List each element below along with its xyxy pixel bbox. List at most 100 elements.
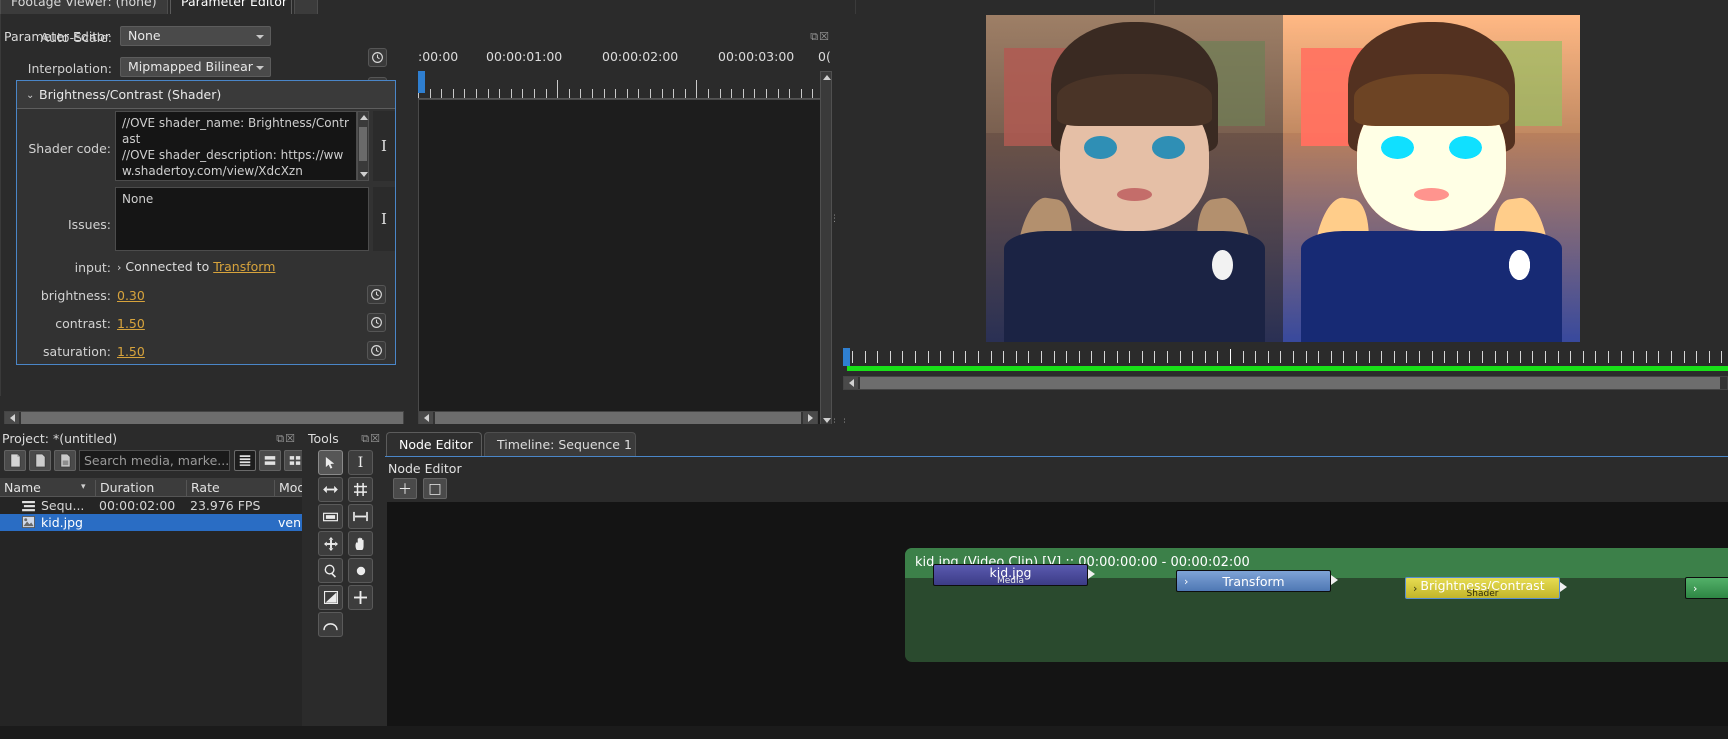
open-file-icon[interactable] xyxy=(29,450,51,471)
table-row[interactable]: kid.jpg ven xyxy=(0,514,302,531)
shader-code-textarea[interactable]: //OVE shader_name: Brightness/Contrast /… xyxy=(115,111,357,181)
auto-scale-keyframe-button[interactable] xyxy=(368,48,387,67)
detail-view-icon[interactable] xyxy=(259,450,281,471)
contrast-keyframe-button[interactable] xyxy=(367,313,386,332)
list-view-icon[interactable] xyxy=(234,450,256,471)
parameter-editor-dock-buttons[interactable]: ⧉☒ xyxy=(810,30,830,44)
viewer-ruler-tick xyxy=(1368,351,1370,363)
project-media-table[interactable]: Name ▾ Duration Rate Mod Sequ... 00:00:0… xyxy=(0,478,305,738)
column-header-duration[interactable]: Duration xyxy=(96,480,187,497)
keyframe-playhead[interactable] xyxy=(418,71,425,93)
node-output-port[interactable] xyxy=(1331,575,1338,585)
hand-tool-icon[interactable] xyxy=(348,531,373,556)
tools-panel-dock-buttons[interactable]: ⧉☒ xyxy=(361,432,381,446)
scroll-right-button[interactable] xyxy=(803,412,817,424)
auto-scale-combo[interactable]: None xyxy=(120,26,271,46)
issues-textarea[interactable]: None xyxy=(115,187,369,251)
ruler-tick xyxy=(429,89,431,98)
column-header-mod[interactable]: Mod xyxy=(275,480,305,497)
keyframe-canvas[interactable] xyxy=(418,99,828,429)
node-media-kid-jpg[interactable]: kid.jpg Media xyxy=(933,564,1088,586)
hscrollbar-thumb[interactable] xyxy=(435,412,801,424)
crop-tool-icon[interactable] xyxy=(318,504,343,529)
input-connection-row[interactable]: › Connected to Transform xyxy=(117,259,275,274)
add-node-button[interactable]: ＋ xyxy=(393,478,417,499)
node-output-port[interactable] xyxy=(1088,569,1095,579)
tab-extra[interactable] xyxy=(294,0,318,14)
tab-parameter-editor[interactable]: Parameter Editor xyxy=(170,0,292,14)
viewer-ruler-tick xyxy=(1028,351,1030,363)
brightness-contrast-group-header[interactable]: ⌄ Brightness/Contrast (Shader) xyxy=(17,81,395,109)
pointer-tool-icon[interactable] xyxy=(318,450,343,475)
viewer-ruler-tick xyxy=(1608,351,1609,363)
save-file-icon[interactable] xyxy=(54,450,76,471)
node-brightness-contrast[interactable]: › Brightness/Contrast Shader xyxy=(1405,577,1560,599)
shader-code-edit-handle[interactable]: I xyxy=(373,111,395,181)
color-tool-icon[interactable] xyxy=(318,585,343,610)
interpolation-combo[interactable]: Mipmapped Bilinear xyxy=(120,57,271,77)
shader-code-scrollbar[interactable] xyxy=(357,111,369,181)
viewer-ruler-tick xyxy=(952,351,954,363)
sort-indicator-icon[interactable]: ▾ xyxy=(81,482,86,492)
hscrollbar-thumb[interactable] xyxy=(21,412,403,424)
node-output[interactable]: › Output xyxy=(1685,577,1728,599)
interpolation-value: Mipmapped Bilinear xyxy=(128,59,253,74)
input-label: input: xyxy=(74,260,111,275)
search-input[interactable]: Search media, marke... xyxy=(79,450,230,471)
contrast-value[interactable]: 1.50 xyxy=(117,316,145,331)
viewer-playhead[interactable] xyxy=(843,348,850,366)
tab-timeline-sequence-label: Timeline: Sequence 1 xyxy=(497,437,632,452)
scroll-up-icon[interactable] xyxy=(823,75,831,80)
table-row[interactable]: Sequ... 00:00:02:00 23.976 FPS xyxy=(0,497,302,514)
node-graph-canvas[interactable]: kid.jpg (Video Clip) [V] :: 00:00:00:00 … xyxy=(387,502,1728,739)
ruler-tick xyxy=(708,89,709,98)
snap-grid-tool-icon[interactable] xyxy=(348,477,373,502)
parameter-hscrollbar[interactable] xyxy=(4,411,404,425)
project-panel: Project: *(untitled) ⧉☒ Search media, ma… xyxy=(0,424,306,739)
text-tool-icon[interactable]: I xyxy=(348,450,373,475)
tab-node-editor[interactable]: Node Editor xyxy=(386,432,482,456)
column-header-rate[interactable]: Rate xyxy=(187,480,275,497)
scroll-left-button[interactable] xyxy=(5,412,19,424)
node-output-port[interactable] xyxy=(1560,582,1567,592)
saturation-keyframe-button[interactable] xyxy=(367,341,386,360)
viewer-hscrollbar[interactable] xyxy=(843,376,1728,390)
chevron-down-icon[interactable]: ⌄ xyxy=(26,90,34,101)
hscrollbar-thumb[interactable] xyxy=(860,377,1720,389)
new-file-icon[interactable] xyxy=(4,450,26,471)
input-connection-link[interactable]: Transform xyxy=(213,259,275,274)
ruler-tick xyxy=(615,89,617,98)
brightness-value[interactable]: 0.30 xyxy=(117,288,145,303)
trim-tool-icon[interactable] xyxy=(348,504,373,529)
node-transform[interactable]: › Transform xyxy=(1176,570,1331,592)
frame-node-button[interactable]: □ xyxy=(423,478,447,499)
tab-footage-viewer[interactable]: Footage Viewer: (none) xyxy=(0,0,168,14)
move-tool-icon[interactable] xyxy=(318,531,343,556)
chevron-right-icon[interactable]: › xyxy=(1693,582,1697,595)
scroll-down-icon[interactable] xyxy=(360,172,368,177)
tab-timeline-sequence[interactable]: Timeline: Sequence 1 xyxy=(484,432,636,456)
project-panel-dock-buttons[interactable]: ⧉☒ xyxy=(276,432,296,446)
saturation-value[interactable]: 1.50 xyxy=(117,344,145,359)
chevron-right-icon[interactable]: › xyxy=(1184,575,1188,588)
clock-icon xyxy=(371,345,382,356)
issues-edit-handle[interactable]: I xyxy=(373,187,395,251)
curve-tool-icon[interactable] xyxy=(318,612,343,637)
scroll-up-icon[interactable] xyxy=(360,115,368,120)
zoom-tool-icon[interactable] xyxy=(318,558,343,583)
scrollbar-thumb[interactable] xyxy=(359,127,367,161)
viewer-ruler-tick xyxy=(1431,351,1433,363)
record-tool-icon[interactable] xyxy=(348,558,373,583)
move-horizontal-tool-icon[interactable] xyxy=(318,477,343,502)
keyframe-vscrollbar[interactable] xyxy=(820,71,832,427)
timecode-ruler-ticks[interactable] xyxy=(418,71,828,99)
panel-splitter-handle[interactable]: ⋮ xyxy=(830,214,839,226)
scroll-left-button[interactable] xyxy=(844,377,858,389)
add-tool-icon[interactable] xyxy=(348,585,373,610)
brightness-keyframe-button[interactable] xyxy=(367,285,386,304)
chevron-right-icon[interactable]: › xyxy=(117,261,121,274)
viewer-ruler-tick xyxy=(852,351,853,363)
scroll-left-button[interactable] xyxy=(419,412,433,424)
keyframe-hscrollbar[interactable] xyxy=(418,411,818,425)
video-preview-canvas[interactable] xyxy=(986,15,1580,342)
